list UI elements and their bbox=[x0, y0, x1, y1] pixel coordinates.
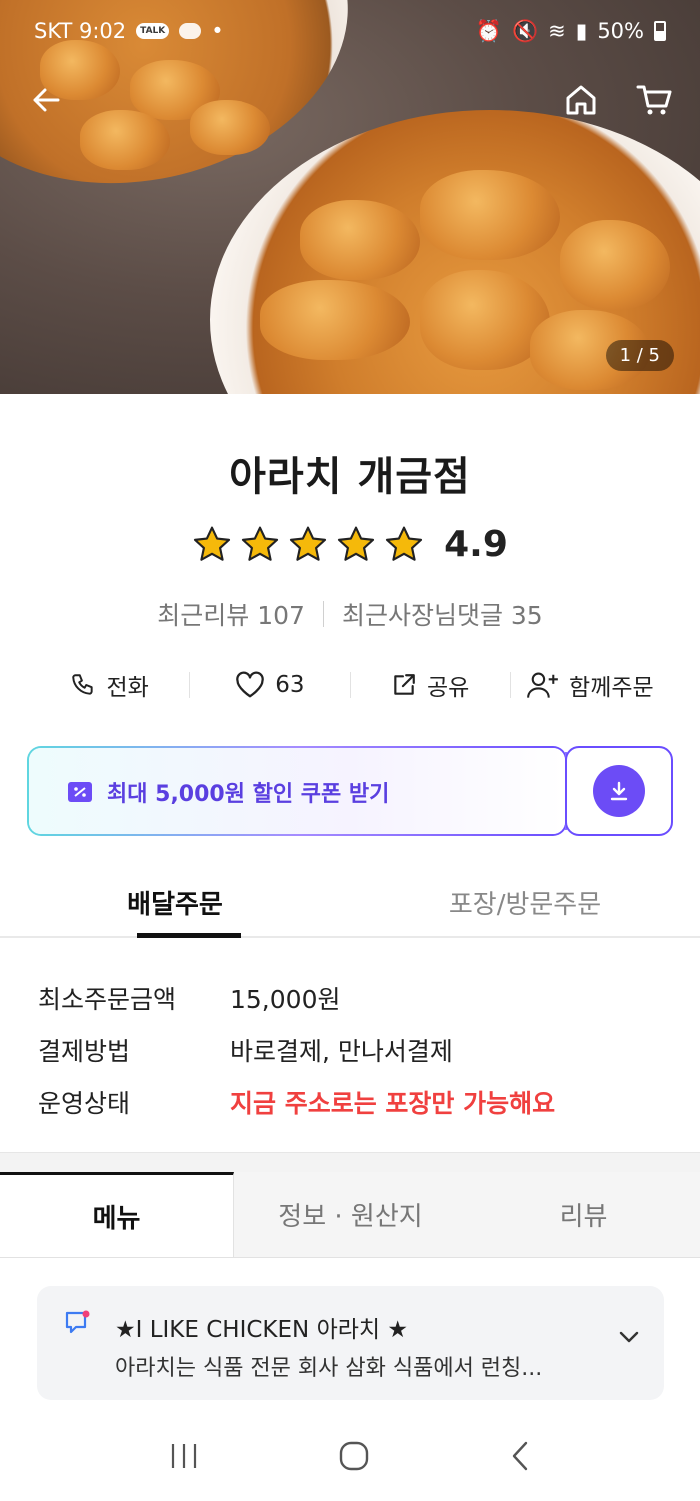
rating-row: 4.9 bbox=[0, 524, 700, 565]
store-name: 아라치 개금점 bbox=[229, 454, 471, 500]
store-notice[interactable]: ★I LIKE CHICKEN 아라치 ★ 아라치는 식품 전문 회사 삼화 식… bbox=[37, 1286, 664, 1400]
tab-pickup[interactable]: 포장/방문주문 bbox=[350, 866, 700, 936]
kakaotalk-icon: TALK bbox=[136, 23, 170, 39]
coupon-banner[interactable]: 최대 5,000원 할인 쿠폰 받기 bbox=[27, 746, 673, 836]
battery-percent: 50% bbox=[597, 19, 644, 43]
status-bar: SKT 9:02 TALK • ⏰ 🔇 ≋ ▮ 50% bbox=[0, 0, 700, 62]
coupon-download-button[interactable] bbox=[565, 746, 673, 836]
info-row-status: 운영상태 지금 주소로는 포장만 가능해요 bbox=[38, 1076, 668, 1128]
group-order-button[interactable]: 함께주문 bbox=[511, 668, 670, 702]
cart-button[interactable] bbox=[626, 72, 682, 128]
signal-icon: ▮ bbox=[575, 19, 588, 43]
order-info: 최소주문금액 15,000원 결제방법 바로결제, 만나서결제 운영상태 지금 … bbox=[38, 972, 668, 1128]
battery-icon bbox=[654, 21, 666, 41]
tab-reviews[interactable]: 리뷰 bbox=[467, 1172, 700, 1257]
notice-body: 아라치는 식품 전문 회사 삼화 식품에서 런칭... bbox=[115, 1356, 543, 1381]
coupon-icon bbox=[68, 782, 92, 802]
payment-label: 결제방법 bbox=[38, 1037, 131, 1066]
recent-reviews-link[interactable]: 최근리뷰 107 bbox=[157, 596, 305, 632]
notice-title: ★I LIKE CHICKEN 아라치 ★ bbox=[115, 1317, 408, 1343]
chevron-down-icon[interactable] bbox=[618, 1330, 640, 1344]
status-label: 운영상태 bbox=[38, 1089, 131, 1118]
star-icon bbox=[290, 526, 327, 561]
like-count: 63 bbox=[275, 672, 305, 698]
coupon-label: 최대 5,000원 할인 쿠폰 받기 bbox=[107, 782, 390, 807]
rating-score: 4.9 bbox=[444, 524, 508, 565]
home-button[interactable] bbox=[553, 72, 609, 128]
back-chevron-icon[interactable] bbox=[509, 1440, 531, 1472]
star-icon bbox=[386, 526, 423, 561]
download-icon bbox=[610, 781, 628, 801]
section-separator bbox=[0, 1152, 700, 1172]
content-tabs: 메뉴 정보 · 원산지 리뷰 bbox=[0, 1172, 700, 1258]
min-order-label: 최소주문금액 bbox=[38, 985, 177, 1014]
coupon-body[interactable]: 최대 5,000원 할인 쿠폰 받기 bbox=[27, 746, 567, 836]
heart-icon bbox=[236, 671, 265, 698]
mute-icon: 🔇 bbox=[511, 18, 539, 43]
info-row-payment: 결제방법 바로결제, 만나서결제 bbox=[38, 1024, 668, 1076]
phone-icon bbox=[72, 674, 94, 695]
tab-menu[interactable]: 메뉴 bbox=[0, 1172, 234, 1257]
add-user-icon bbox=[527, 672, 558, 698]
alarm-icon: ⏰ bbox=[475, 18, 502, 43]
home-icon bbox=[566, 85, 596, 115]
review-stats: 최근리뷰 107 최근사장님댓글 35 bbox=[0, 596, 700, 632]
chicken-piece bbox=[420, 170, 560, 260]
store-hero-image[interactable]: SKT 9:02 TALK • ⏰ 🔇 ≋ ▮ 50% 1 / 5 bbox=[0, 0, 700, 394]
wifi-icon: ≋ bbox=[548, 19, 566, 43]
image-counter: 1 / 5 bbox=[605, 340, 674, 371]
owner-replies-link[interactable]: 최근사장님댓글 35 bbox=[342, 596, 543, 632]
arrow-left-icon bbox=[33, 88, 60, 112]
notification-dot-icon: • bbox=[211, 19, 224, 43]
status-value: 지금 주소로는 포장만 가능해요 bbox=[230, 1089, 556, 1118]
action-bar: 전화 63 공유 함께주문 bbox=[30, 660, 670, 710]
like-button[interactable]: 63 bbox=[190, 671, 349, 699]
min-order-value: 15,000원 bbox=[230, 985, 341, 1014]
carrier-time: SKT 9:02 bbox=[34, 19, 127, 43]
share-icon bbox=[394, 674, 415, 695]
tab-delivery[interactable]: 배달주문 bbox=[0, 866, 350, 938]
tab-info-origin[interactable]: 정보 · 원산지 bbox=[234, 1172, 467, 1257]
chicken-piece bbox=[560, 220, 670, 310]
group-order-label: 함께주문 bbox=[569, 675, 654, 701]
back-button[interactable] bbox=[18, 72, 74, 128]
share-label: 공유 bbox=[426, 675, 470, 701]
chicken-piece bbox=[260, 280, 410, 360]
star-icon bbox=[338, 526, 375, 561]
system-navigation-bar bbox=[0, 1410, 700, 1501]
star-icon bbox=[194, 526, 231, 561]
home-circle-icon[interactable] bbox=[338, 1440, 370, 1472]
share-button[interactable]: 공유 bbox=[351, 668, 510, 702]
info-row-min-order: 최소주문금액 15,000원 bbox=[38, 972, 668, 1024]
recent-apps-icon[interactable] bbox=[169, 1442, 199, 1470]
call-label: 전화 bbox=[106, 675, 149, 701]
star-icon bbox=[242, 526, 279, 561]
cloud-icon bbox=[179, 23, 202, 39]
chicken-piece bbox=[300, 200, 420, 280]
call-button[interactable]: 전화 bbox=[30, 668, 189, 702]
divider bbox=[322, 601, 324, 627]
order-type-tabs: 배달주문 포장/방문주문 bbox=[0, 866, 700, 938]
cart-icon bbox=[636, 85, 672, 115]
message-icon bbox=[65, 1310, 90, 1334]
payment-value: 바로결제, 만나서결제 bbox=[230, 1037, 453, 1066]
